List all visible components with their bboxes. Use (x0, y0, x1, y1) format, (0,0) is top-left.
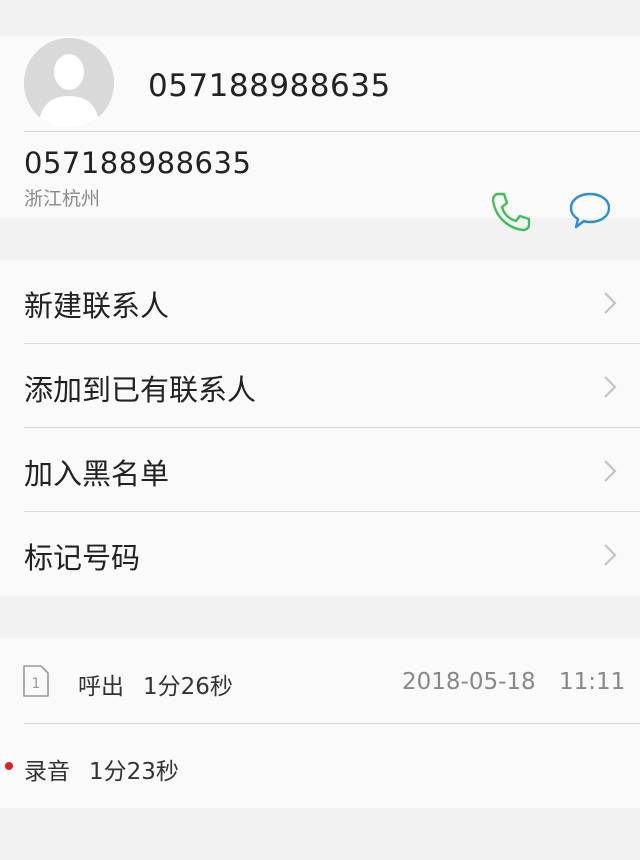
phone-location: 浙江杭州 (24, 188, 101, 210)
sim-card-icon: 1 (23, 665, 49, 697)
chevron-right-icon (604, 460, 617, 482)
chevron-right-icon (604, 292, 617, 314)
call-time: 11:11 (559, 669, 626, 695)
menu-item-label: 标记号码 (24, 541, 141, 575)
recording-label: 录音 (24, 759, 70, 785)
call-duration: 1分26秒 (143, 674, 233, 700)
call-date: 2018-05-18 (402, 669, 536, 695)
recording-indicator-icon (5, 762, 13, 770)
call-log-entry[interactable]: 1 呼出 1分26秒 2018-05-18 11:11 (0, 638, 640, 723)
call-direction: 呼出 (78, 674, 124, 700)
call-button[interactable] (489, 190, 533, 234)
sim-slot-number: 1 (32, 676, 41, 692)
person-silhouette-icon (24, 38, 114, 128)
avatar[interactable] (24, 38, 114, 128)
menu-item-new-contact[interactable]: 新建联系人 (0, 260, 640, 344)
action-menu: 新建联系人 添加到已有联系人 加入黑名单 标记号码 (0, 260, 640, 596)
contact-title: 057188988635 (148, 68, 391, 104)
menu-item-label: 添加到已有联系人 (24, 373, 257, 407)
chevron-right-icon (604, 544, 617, 566)
phone-number[interactable]: 057188988635 (24, 146, 251, 180)
recording-duration: 1分23秒 (89, 759, 179, 785)
call-log: 1 呼出 1分26秒 2018-05-18 11:11 录音 1分23秒 (0, 638, 640, 808)
message-button[interactable] (568, 191, 612, 231)
chevron-right-icon (604, 376, 617, 398)
contact-header: 057188988635 057188988635 浙江杭州 (0, 36, 640, 232)
menu-item-add-to-existing[interactable]: 添加到已有联系人 (0, 344, 640, 428)
menu-item-blacklist[interactable]: 加入黑名单 (0, 428, 640, 512)
message-bubble-icon (569, 192, 611, 229)
menu-item-mark-number[interactable]: 标记号码 (0, 512, 640, 596)
divider (24, 131, 640, 132)
menu-item-label: 加入黑名单 (24, 457, 170, 491)
menu-item-label: 新建联系人 (24, 289, 170, 323)
phone-icon (491, 192, 531, 232)
recording-entry[interactable]: 录音 1分23秒 (0, 724, 640, 809)
